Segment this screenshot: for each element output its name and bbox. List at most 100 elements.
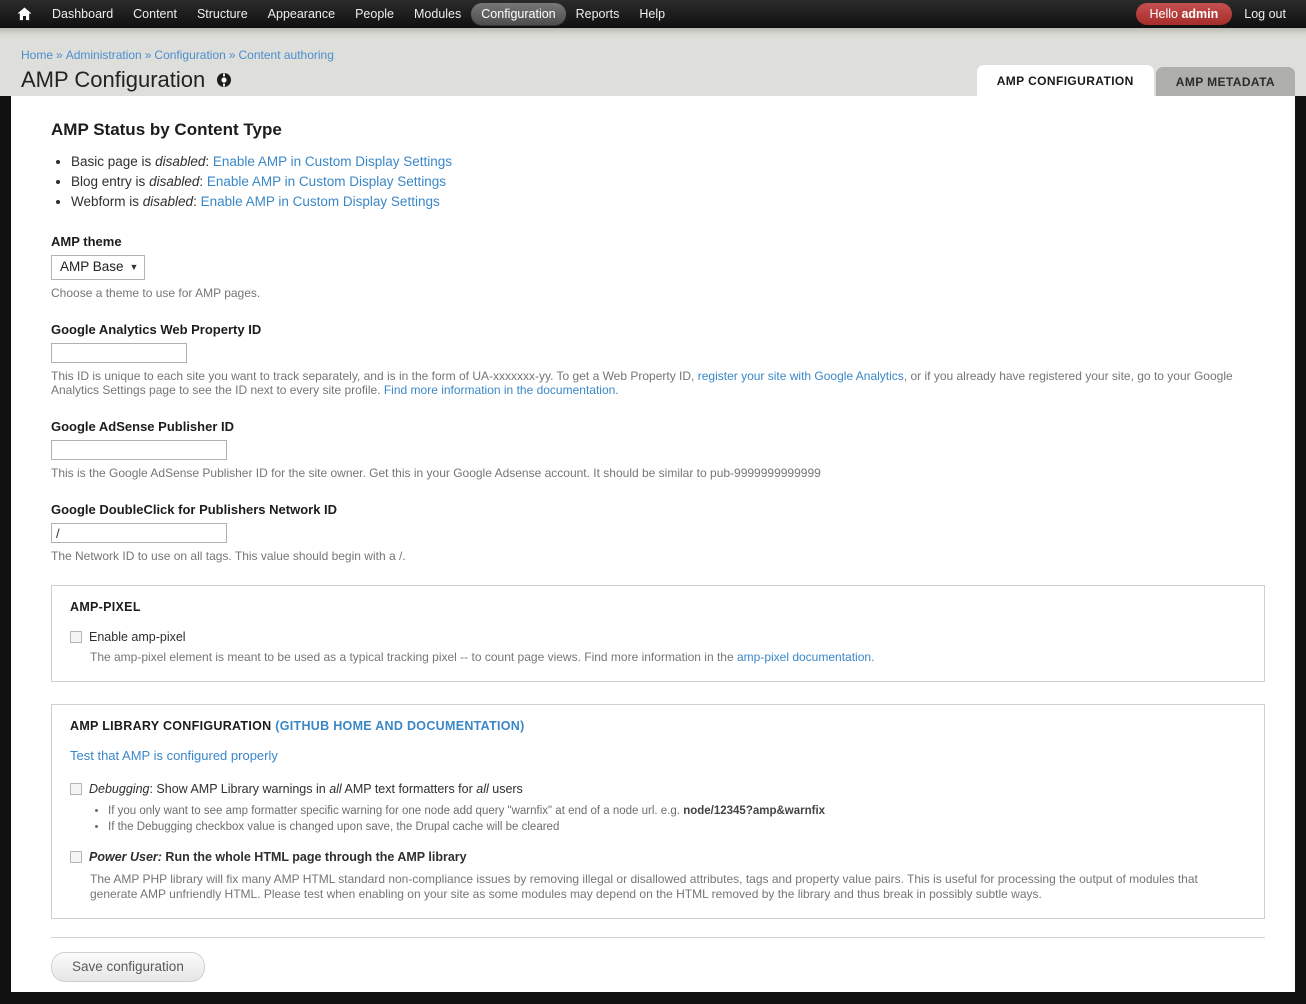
doubleclick-description: The Network ID to use on all tags. This …	[51, 549, 406, 563]
toolbar-shadow	[0, 28, 1306, 38]
user-greeting-badge[interactable]: Hello admin	[1135, 3, 1233, 25]
tab-amp-configuration[interactable]: AMP CONFIGURATION	[976, 65, 1154, 96]
adsense-description: This is the Google AdSense Publisher ID …	[51, 466, 821, 480]
power-user-emphasis: Power User:	[89, 850, 162, 864]
amp-library-panel-title: AMP LIBRARY CONFIGURATION (GITHUB HOME A…	[70, 719, 1246, 734]
note-text: If you only want to see amp formatter sp…	[108, 805, 684, 817]
enable-amp-link[interactable]: Enable AMP in Custom Display Settings	[207, 174, 446, 189]
label-text: users	[488, 782, 523, 796]
save-configuration-button[interactable]: Save configuration	[51, 952, 205, 982]
status-value: disabled	[155, 154, 206, 169]
page-root: Dashboard Content Structure Appearance P…	[0, 0, 1306, 1004]
list-item: Webform is disabled: Enable AMP in Custo…	[71, 192, 1265, 212]
debugging-notes-list: If you only want to see amp formatter sp…	[70, 803, 1246, 835]
enable-amp-pixel-label: Enable amp-pixel	[89, 630, 186, 644]
power-user-checkbox[interactable]	[70, 851, 82, 863]
status-verb: is	[125, 194, 143, 209]
breadcrumb: Home» Administration» Configuration» Conten…	[11, 48, 1295, 62]
status-colon: :	[205, 154, 213, 169]
amp-library-panel: AMP LIBRARY CONFIGURATION (GITHUB HOME A…	[51, 704, 1265, 919]
debugging-checkbox-row: Debugging: Show AMP Library warnings in …	[70, 781, 1246, 797]
adsense-input[interactable]	[51, 440, 227, 460]
status-colon: :	[193, 194, 201, 209]
note-text: If the Debugging checkbox value is chang…	[108, 821, 560, 833]
desc-text: .	[871, 650, 875, 664]
amp-theme-description: Choose a theme to use for AMP pages.	[51, 286, 261, 300]
status-colon: :	[199, 174, 207, 189]
content-type-name: Basic page	[71, 154, 138, 169]
debugging-checkbox[interactable]	[70, 783, 82, 795]
breadcrumb-item-content-authoring[interactable]: Content authoring	[239, 48, 334, 62]
amp-status-list: Basic page is disabled: Enable AMP in Cu…	[51, 152, 1265, 212]
form-actions: Save configuration	[51, 952, 1265, 982]
actions-divider	[51, 937, 1265, 938]
toolbar-item-content[interactable]: Content	[123, 3, 187, 25]
doubleclick-form-item: Google DoubleClick for Publishers Networ…	[51, 502, 1265, 563]
page-bottom-bar	[11, 992, 1295, 1004]
google-analytics-input[interactable]	[51, 343, 187, 363]
panel-title-text: AMP LIBRARY CONFIGURATION	[70, 719, 276, 733]
tab-amp-metadata[interactable]: AMP METADATA	[1155, 67, 1295, 96]
doubleclick-input[interactable]	[51, 523, 227, 543]
list-item: If you only want to see amp formatter sp…	[108, 803, 1246, 819]
chevron-down-icon: ▼	[129, 262, 139, 272]
logout-link[interactable]: Log out	[1244, 7, 1286, 21]
label-text: AMP text formatters for	[341, 782, 477, 796]
power-user-label: Power User: Run the whole HTML page thro…	[89, 849, 467, 865]
adsense-label: Google AdSense Publisher ID	[51, 419, 234, 434]
power-user-description: The AMP PHP library will fix many AMP HT…	[90, 872, 1198, 901]
amp-pixel-panel-title: AMP-PIXEL	[70, 600, 141, 614]
gear-icon[interactable]	[217, 73, 232, 87]
page-header: Home» Administration» Configuration» Conten…	[0, 38, 1306, 96]
enable-amp-link[interactable]: Enable AMP in Custom Display Settings	[213, 154, 452, 169]
toolbar-item-people[interactable]: People	[345, 3, 404, 25]
breadcrumb-separator: »	[56, 48, 63, 62]
debugging-label: Debugging: Show AMP Library warnings in …	[89, 781, 523, 797]
enable-amp-pixel-checkbox[interactable]	[70, 631, 82, 643]
page-title: AMP Configuration	[21, 67, 206, 92]
status-verb: is	[131, 174, 150, 189]
google-analytics-description: This ID is unique to each site you want …	[51, 369, 1265, 397]
breadcrumb-item-configuration[interactable]: Configuration	[154, 48, 225, 62]
list-item: Basic page is disabled: Enable AMP in Cu…	[71, 152, 1265, 172]
amp-theme-selected-value: AMP Base	[60, 259, 124, 274]
breadcrumb-separator: »	[228, 48, 236, 62]
breadcrumb-separator: »	[144, 48, 152, 62]
breadcrumb-item-administration[interactable]: Administration	[66, 48, 142, 62]
amp-pixel-description: The amp-pixel element is meant to be use…	[90, 650, 1246, 665]
label-text: : Show AMP Library warnings in	[149, 782, 330, 796]
status-verb: is	[137, 154, 156, 169]
debugging-emphasis: Debugging	[89, 782, 150, 796]
breadcrumb-item-home[interactable]: Home	[21, 48, 53, 62]
label-emphasis-all-1: all	[329, 782, 342, 796]
greeting-username: admin	[1181, 7, 1219, 21]
documentation-link[interactable]: Find more information in the documentati…	[384, 383, 619, 397]
github-documentation-link[interactable]: (GITHUB HOME AND DOCUMENTATION)	[275, 719, 524, 733]
label-emphasis-all-2: all	[476, 782, 489, 796]
toolbar-item-help[interactable]: Help	[629, 3, 675, 25]
toolbar-item-dashboard[interactable]: Dashboard	[42, 3, 123, 25]
amp-pixel-panel: AMP-PIXEL Enable amp-pixel The amp-pixel…	[51, 585, 1265, 682]
tab-bar: AMP CONFIGURATION AMP METADATA	[976, 65, 1295, 96]
admin-toolbar: Dashboard Content Structure Appearance P…	[0, 0, 1306, 28]
register-google-analytics-link[interactable]: register your site with Google Analytics	[698, 369, 904, 383]
toolbar-item-configuration[interactable]: Configuration	[471, 3, 566, 25]
enable-amp-link[interactable]: Enable AMP in Custom Display Settings	[201, 194, 440, 209]
toolbar-item-structure[interactable]: Structure	[187, 3, 258, 25]
amp-theme-select[interactable]: AMP Base ▼	[51, 255, 146, 280]
list-item: Blog entry is disabled: Enable AMP in Cu…	[71, 172, 1265, 192]
content-type-name: Webform	[71, 194, 126, 209]
power-user-checkbox-row: Power User: Run the whole HTML page thro…	[70, 849, 1246, 865]
test-amp-configured-link[interactable]: Test that AMP is configured properly	[70, 748, 1246, 763]
amp-pixel-documentation-link[interactable]: amp-pixel documentation	[737, 650, 871, 664]
desc-text: The amp-pixel element is meant to be use…	[90, 650, 737, 664]
toolbar-item-appearance[interactable]: Appearance	[258, 3, 345, 25]
google-analytics-form-item: Google Analytics Web Property ID This ID…	[51, 322, 1265, 397]
home-icon[interactable]	[16, 6, 32, 22]
main-content: AMP Status by Content Type Basic page is…	[11, 96, 1295, 982]
toolbar-item-reports[interactable]: Reports	[566, 3, 630, 25]
power-user-text: Run the whole HTML page through the AMP …	[161, 850, 467, 864]
toolbar-item-modules[interactable]: Modules	[404, 3, 471, 25]
adsense-form-item: Google AdSense Publisher ID This is the …	[51, 419, 1265, 480]
amp-theme-label: AMP theme	[51, 234, 122, 249]
